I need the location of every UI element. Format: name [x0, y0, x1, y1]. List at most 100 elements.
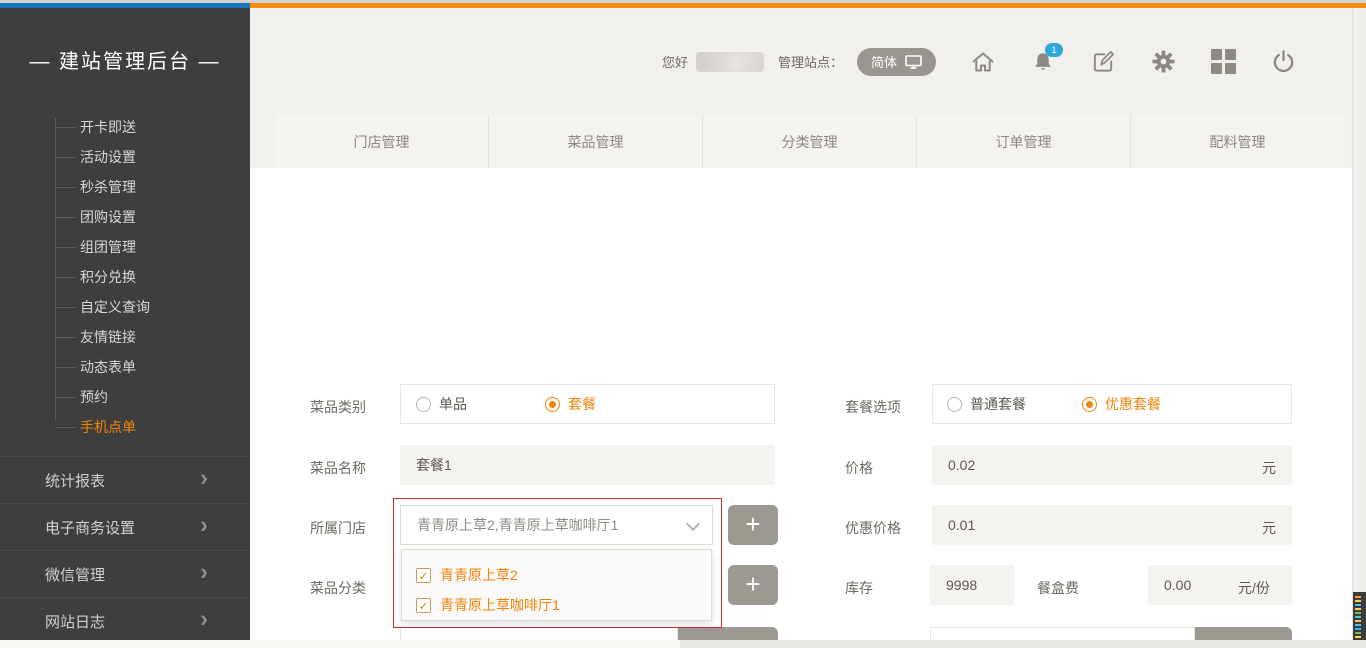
sidebar-item-open-card-gift[interactable]: 开卡即送 — [0, 112, 250, 142]
section-label: 电子商务设置 — [45, 517, 135, 538]
content-tabs: 门店管理 菜品管理 分类管理 订单管理 配料管理 — [275, 115, 1344, 168]
checkbox-checked-icon[interactable]: ✓ — [416, 568, 431, 583]
radio-normal-combo[interactable]: 普通套餐 — [947, 394, 1026, 414]
notifications-button[interactable]: 1 — [1030, 49, 1056, 75]
radio-single-item[interactable]: 单品 — [416, 394, 467, 414]
checkbox-checked-icon[interactable]: ✓ — [416, 598, 431, 613]
stock-input[interactable] — [930, 565, 1014, 605]
edit-button[interactable] — [1090, 49, 1116, 75]
sidebar-section-site-logs[interactable]: 网站日志 › — [0, 597, 250, 640]
section-label: 微信管理 — [45, 564, 105, 585]
tab-order-management[interactable]: 订单管理 — [917, 115, 1131, 168]
sidebar-section-wechat[interactable]: 微信管理 › — [0, 550, 250, 597]
dish-type-radio-group: 单品 套餐 — [400, 384, 775, 424]
store-option-label: 青青原上草2 — [440, 565, 518, 585]
tab-category-management[interactable]: 分类管理 — [703, 115, 917, 168]
radio-icon — [947, 397, 962, 412]
store-select-value: 青青原上草2,青青原上草咖啡厅1 — [417, 515, 618, 535]
tab-dish-management[interactable]: 菜品管理 — [489, 115, 703, 168]
sidebar-item-custom-query[interactable]: 自定义查询 — [0, 292, 250, 322]
discount-price-unit: 元 — [1262, 518, 1276, 538]
chevron-right-icon: › — [200, 558, 208, 586]
radio-icon — [416, 397, 431, 412]
price-unit: 元 — [1262, 458, 1276, 478]
greeting-text: 您好 — [662, 52, 688, 71]
language-button[interactable]: 简体 — [857, 48, 936, 76]
box-fee-unit: 元/份 — [1238, 578, 1270, 598]
radio-label: 优惠套餐 — [1105, 394, 1161, 414]
sidebar-sections: 统计报表 › 电子商务设置 › 微信管理 › 网站日志 › — [0, 456, 250, 640]
chevron-right-icon: › — [200, 511, 208, 539]
form-panel: 菜品类别 单品 套餐 菜品名称 所属门店 青青原上草2,青青原上草咖啡厅1 — [250, 168, 1352, 640]
chevron-down-icon — [686, 517, 700, 531]
sidebar-item-team-management[interactable]: 组团管理 — [0, 232, 250, 262]
dish-type-label: 菜品类别 — [310, 397, 366, 417]
tab-store-management[interactable]: 门店管理 — [275, 115, 489, 168]
radio-discount-combo[interactable]: 优惠套餐 — [1082, 394, 1161, 414]
sidebar-item-group-buy[interactable]: 团购设置 — [0, 202, 250, 232]
sidebar-item-points-exchange[interactable]: 积分兑换 — [0, 262, 250, 292]
sidebar: — 建站管理后台 — 开卡即送 活动设置 秒杀管理 团购设置 组团管理 积分兑换… — [0, 8, 250, 640]
box-fee-input[interactable] — [1148, 565, 1292, 605]
store-option-2[interactable]: ✓ 青青原上草咖啡厅1 — [416, 590, 711, 620]
radio-label: 普通套餐 — [970, 394, 1026, 414]
sidebar-section-ecommerce[interactable]: 电子商务设置 › — [0, 503, 250, 550]
language-label: 简体 — [871, 52, 897, 71]
grid-icon — [1211, 49, 1236, 74]
radio-icon — [545, 397, 560, 412]
price-label: 价格 — [845, 458, 873, 478]
add-store-button[interactable]: + — [728, 505, 778, 545]
sidebar-item-reservation[interactable]: 预约 — [0, 382, 250, 412]
sidebar-menu: 开卡即送 活动设置 秒杀管理 团购设置 组团管理 积分兑换 自定义查询 友情链接… — [0, 110, 250, 442]
section-label: 统计报表 — [45, 470, 105, 491]
app-window: — 建站管理后台 — 开卡即送 活动设置 秒杀管理 团购设置 组团管理 积分兑换… — [0, 0, 1366, 648]
vertical-scrollbar[interactable] — [1352, 8, 1366, 648]
discount-price-label: 优惠价格 — [845, 518, 901, 538]
power-icon — [1271, 49, 1296, 74]
store-dropdown: ✓ 青青原上草2 ✓ 青青原上草咖啡厅1 — [401, 549, 712, 621]
chevron-right-icon: › — [200, 605, 208, 633]
price-input[interactable] — [932, 445, 1292, 485]
logout-button[interactable] — [1270, 49, 1296, 75]
combo-option-label: 套餐选项 — [845, 397, 901, 417]
app-logo: — 建站管理后台 — — [0, 8, 250, 110]
home-button[interactable] — [970, 49, 996, 75]
username-redacted — [696, 52, 764, 72]
horizontal-scrollbar[interactable] — [0, 640, 1366, 648]
dish-category-label: 菜品分类 — [310, 578, 366, 598]
horizontal-scrollbar-thumb[interactable] — [0, 640, 680, 648]
store-label: 所属门店 — [310, 518, 366, 538]
apps-button[interactable] — [1210, 49, 1236, 75]
radio-combo[interactable]: 套餐 — [545, 394, 596, 414]
sidebar-item-flash-sale[interactable]: 秒杀管理 — [0, 172, 250, 202]
store-select[interactable]: 青青原上草2,青青原上草咖啡厅1 — [400, 505, 713, 545]
managed-site-label: 管理站点： — [778, 52, 843, 71]
dish-name-input[interactable] — [400, 445, 775, 485]
radio-label: 单品 — [439, 394, 467, 414]
chevron-right-icon: › — [200, 464, 208, 492]
sidebar-item-activity-settings[interactable]: 活动设置 — [0, 142, 250, 172]
radio-icon — [1082, 397, 1097, 412]
add-category-button[interactable]: + — [728, 565, 778, 605]
tab-ingredient-management[interactable]: 配料管理 — [1131, 115, 1344, 168]
top-header: 您好 管理站点： 简体 — [250, 8, 1352, 115]
section-label: 网站日志 — [45, 611, 105, 632]
notification-badge: 1 — [1045, 43, 1063, 57]
sidebar-section-statistics[interactable]: 统计报表 › — [0, 456, 250, 503]
dish-name-label: 菜品名称 — [310, 458, 366, 478]
sidebar-item-mobile-ordering[interactable]: 手机点单 — [0, 412, 250, 442]
store-option-label: 青青原上草咖啡厅1 — [440, 595, 560, 615]
discount-price-input[interactable] — [932, 505, 1292, 545]
monitor-icon — [905, 55, 922, 69]
main-area: 您好 管理站点： 简体 — [250, 8, 1366, 640]
stock-label: 库存 — [845, 578, 873, 598]
gear-icon — [1151, 49, 1176, 74]
store-option-1[interactable]: ✓ 青青原上草2 — [416, 560, 711, 590]
sidebar-item-friend-links[interactable]: 友情链接 — [0, 322, 250, 352]
radio-label: 套餐 — [568, 394, 596, 414]
sidebar-item-dynamic-form[interactable]: 动态表单 — [0, 352, 250, 382]
box-fee-label: 餐盒费 — [1037, 578, 1079, 598]
settings-button[interactable] — [1150, 49, 1176, 75]
edit-icon — [1091, 49, 1116, 74]
home-icon — [970, 49, 996, 75]
